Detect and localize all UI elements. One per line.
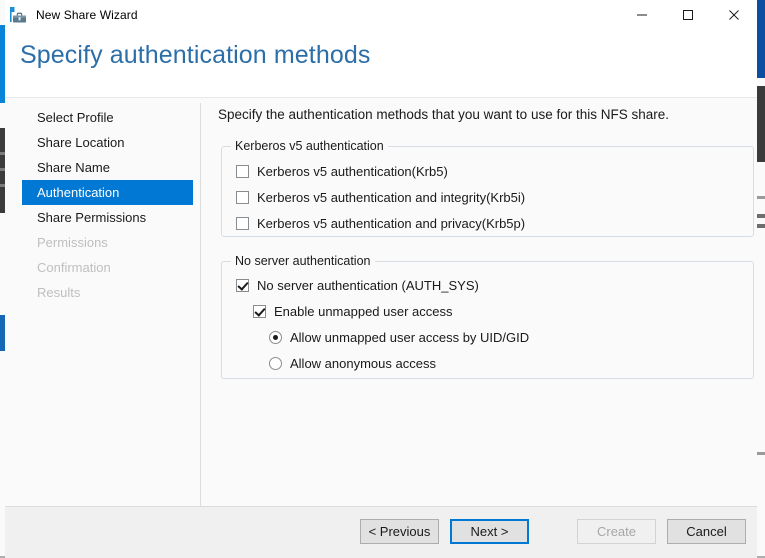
- content-pane: Specify the authentication methods that …: [212, 98, 757, 506]
- checkbox-enable-unmapped-user-access-label: Enable unmapped user access: [274, 304, 453, 319]
- kerberos-group: Kerberos v5 authentication Kerberos v5 a…: [221, 139, 754, 237]
- button-spacer: [540, 519, 566, 544]
- sidebar-item-select-profile[interactable]: Select Profile: [5, 105, 195, 130]
- sidebar-item-share-name[interactable]: Share Name: [5, 155, 195, 180]
- title-bar: New Share Wizard: [5, 0, 757, 29]
- sidebar-item-permissions: Permissions: [37, 235, 108, 250]
- header-band: Specify authentication methods: [5, 29, 757, 98]
- sidebar-item-share-permissions[interactable]: Share Permissions: [5, 205, 195, 230]
- background-window-strip: [757, 214, 765, 218]
- no-server-authentication-group-label: No server authentication: [231, 254, 375, 268]
- radio-selected-icon: [269, 331, 282, 344]
- maximize-button[interactable]: [665, 0, 711, 29]
- checkbox-auth-sys-label: No server authentication (AUTH_SYS): [257, 278, 479, 293]
- page-title: Specify authentication methods: [20, 41, 371, 69]
- maximize-icon: [682, 9, 694, 21]
- close-button[interactable]: [711, 0, 757, 29]
- background-window-strip: [757, 452, 765, 455]
- sidebar-item-authentication[interactable]: Authentication: [22, 180, 193, 205]
- instruction-text: Specify the authentication methods that …: [218, 107, 669, 122]
- new-share-wizard-window: New Share Wizard Specify authentication …: [0, 0, 765, 558]
- checkbox-icon: [236, 217, 249, 230]
- create-button: Create: [577, 519, 656, 544]
- kerberos-group-label: Kerberos v5 authentication: [231, 139, 388, 153]
- radio-icon: [269, 357, 282, 370]
- dialog-footer: < Previous Next > Create Cancel: [5, 506, 757, 558]
- radio-allow-anonymous-access-label: Allow anonymous access: [290, 356, 436, 371]
- checkbox-auth-sys[interactable]: No server authentication (AUTH_SYS): [236, 278, 479, 293]
- checkbox-krb5p-label: Kerberos v5 authentication and privacy(K…: [257, 216, 526, 231]
- checkbox-krb5i[interactable]: Kerberos v5 authentication and integrity…: [236, 190, 525, 205]
- footer-button-group: < Previous Next > Create Cancel: [360, 519, 746, 544]
- checkbox-icon: [236, 191, 249, 204]
- checkbox-krb5p[interactable]: Kerberos v5 authentication and privacy(K…: [236, 216, 525, 231]
- sidebar-item-share-location[interactable]: Share Location: [5, 130, 195, 155]
- background-window-strip: [757, 196, 765, 199]
- checkbox-checked-icon: [236, 279, 249, 292]
- wizard-step-list: Select Profile Share Location Share Name…: [5, 105, 195, 305]
- nav-divider: [200, 103, 201, 507]
- radio-allow-unmapped-user-access-uid-gid-label: Allow unmapped user access by UID/GID: [290, 330, 530, 345]
- no-server-authentication-group: No server authentication No server authe…: [221, 254, 754, 379]
- close-icon: [728, 9, 740, 21]
- checkbox-checked-icon: [253, 305, 266, 318]
- previous-button[interactable]: < Previous: [360, 519, 439, 544]
- radio-allow-anonymous-access[interactable]: Allow anonymous access: [269, 356, 436, 371]
- toolbox-icon: [9, 6, 27, 24]
- cancel-button[interactable]: Cancel: [667, 519, 746, 544]
- sidebar-item-results: Results: [37, 285, 81, 300]
- background-window-strip: [757, 224, 765, 228]
- background-window-strip: [757, 0, 765, 78]
- minimize-icon: [636, 9, 648, 21]
- checkbox-krb5-label: Kerberos v5 authentication(Krb5): [257, 164, 448, 179]
- wizard-dialog: New Share Wizard Specify authentication …: [5, 0, 757, 558]
- background-window-right-edge: [757, 0, 765, 558]
- next-button[interactable]: Next >: [450, 519, 529, 544]
- checkbox-krb5i-label: Kerberos v5 authentication and integrity…: [257, 190, 526, 205]
- minimize-button[interactable]: [619, 0, 665, 29]
- checkbox-enable-unmapped-user-access[interactable]: Enable unmapped user access: [253, 304, 453, 319]
- window-controls: [619, 0, 757, 29]
- sidebar-item-confirmation: Confirmation: [37, 260, 111, 275]
- checkbox-krb5[interactable]: Kerberos v5 authentication(Krb5): [236, 164, 448, 179]
- checkbox-icon: [236, 165, 249, 178]
- dialog-body: Select Profile Share Location Share Name…: [5, 98, 757, 507]
- radio-allow-unmapped-user-access-uid-gid[interactable]: Allow unmapped user access by UID/GID: [269, 330, 529, 345]
- background-window-strip: [757, 86, 765, 162]
- window-title: New Share Wizard: [36, 7, 138, 22]
